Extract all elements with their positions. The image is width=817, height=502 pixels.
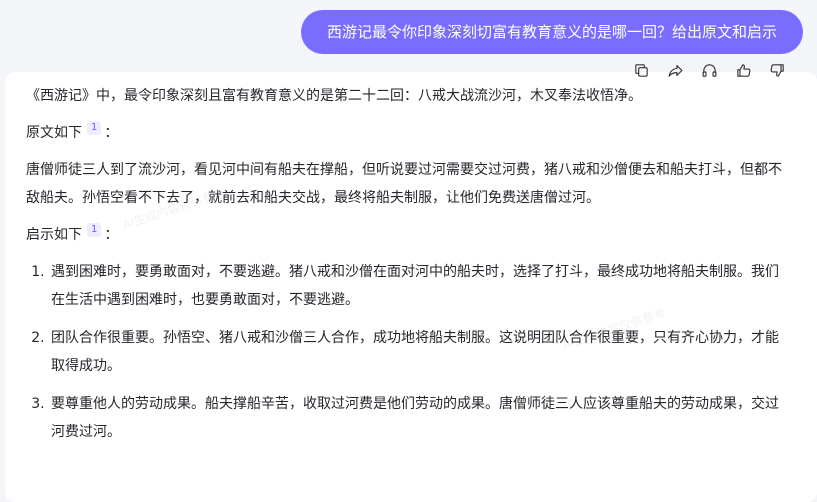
thumbs-down-icon bbox=[770, 63, 784, 77]
headphones-icon bbox=[702, 63, 716, 77]
copy-button[interactable] bbox=[629, 59, 653, 81]
insight-heading: 启示如下 1： bbox=[26, 221, 786, 249]
copy-icon bbox=[634, 63, 648, 77]
original-colon: ： bbox=[104, 125, 119, 141]
list-item: 团队合作很重要。孙悟空、猪八戒和沙僧三人合作，成功地将船夫制服。这说明团队合作很… bbox=[49, 324, 786, 380]
answer-content: 《西游记》中，最令印象深刻且富有教育意义的是第二十二回：八戒大战流沙河，木叉奉法… bbox=[26, 82, 786, 456]
citation-badge[interactable]: 1 bbox=[87, 223, 102, 237]
citation-badge[interactable]: 1 bbox=[87, 121, 102, 135]
insight-list: 遇到困难时，要勇敢面对，不要逃避。猪八戒和沙僧在面对河中的船夫时，选择了打斗，最… bbox=[26, 258, 786, 446]
insight-colon: ： bbox=[104, 227, 119, 243]
list-item: 要尊重他人的劳动成果。船夫撑船辛苦，收取过河费是他们劳动的成果。唐僧师徒三人应该… bbox=[49, 390, 786, 446]
answer-intro: 《西游记》中，最令印象深刻且富有教育意义的是第二十二回：八戒大战流沙河，木叉奉法… bbox=[26, 88, 642, 104]
user-message-bubble: 西游记最令你印象深刻切富有教育意义的是哪一回？给出原文和启示 bbox=[300, 10, 803, 54]
insight-label: 启示如下 bbox=[26, 227, 82, 243]
dislike-button[interactable] bbox=[765, 59, 789, 81]
original-heading: 原文如下 1： bbox=[26, 119, 786, 147]
share-icon bbox=[668, 64, 682, 77]
listen-button[interactable] bbox=[697, 59, 721, 81]
user-message-text: 西游记最令你印象深刻切富有教育意义的是哪一回？给出原文和启示 bbox=[326, 23, 777, 41]
answer-toolbar bbox=[629, 59, 789, 81]
list-item: 遇到困难时，要勇敢面对，不要逃避。猪八戒和沙僧在面对河中的船夫时，选择了打斗，最… bbox=[49, 258, 786, 314]
original-label: 原文如下 bbox=[26, 125, 82, 141]
thumbs-up-icon bbox=[736, 63, 750, 77]
like-button[interactable] bbox=[731, 59, 755, 81]
original-text: 唐僧师徒三人到了流沙河，看见河中间有船夫在撑船，但听说要过河需要交过河费，猪八戒… bbox=[26, 162, 782, 206]
share-button[interactable] bbox=[663, 59, 687, 81]
